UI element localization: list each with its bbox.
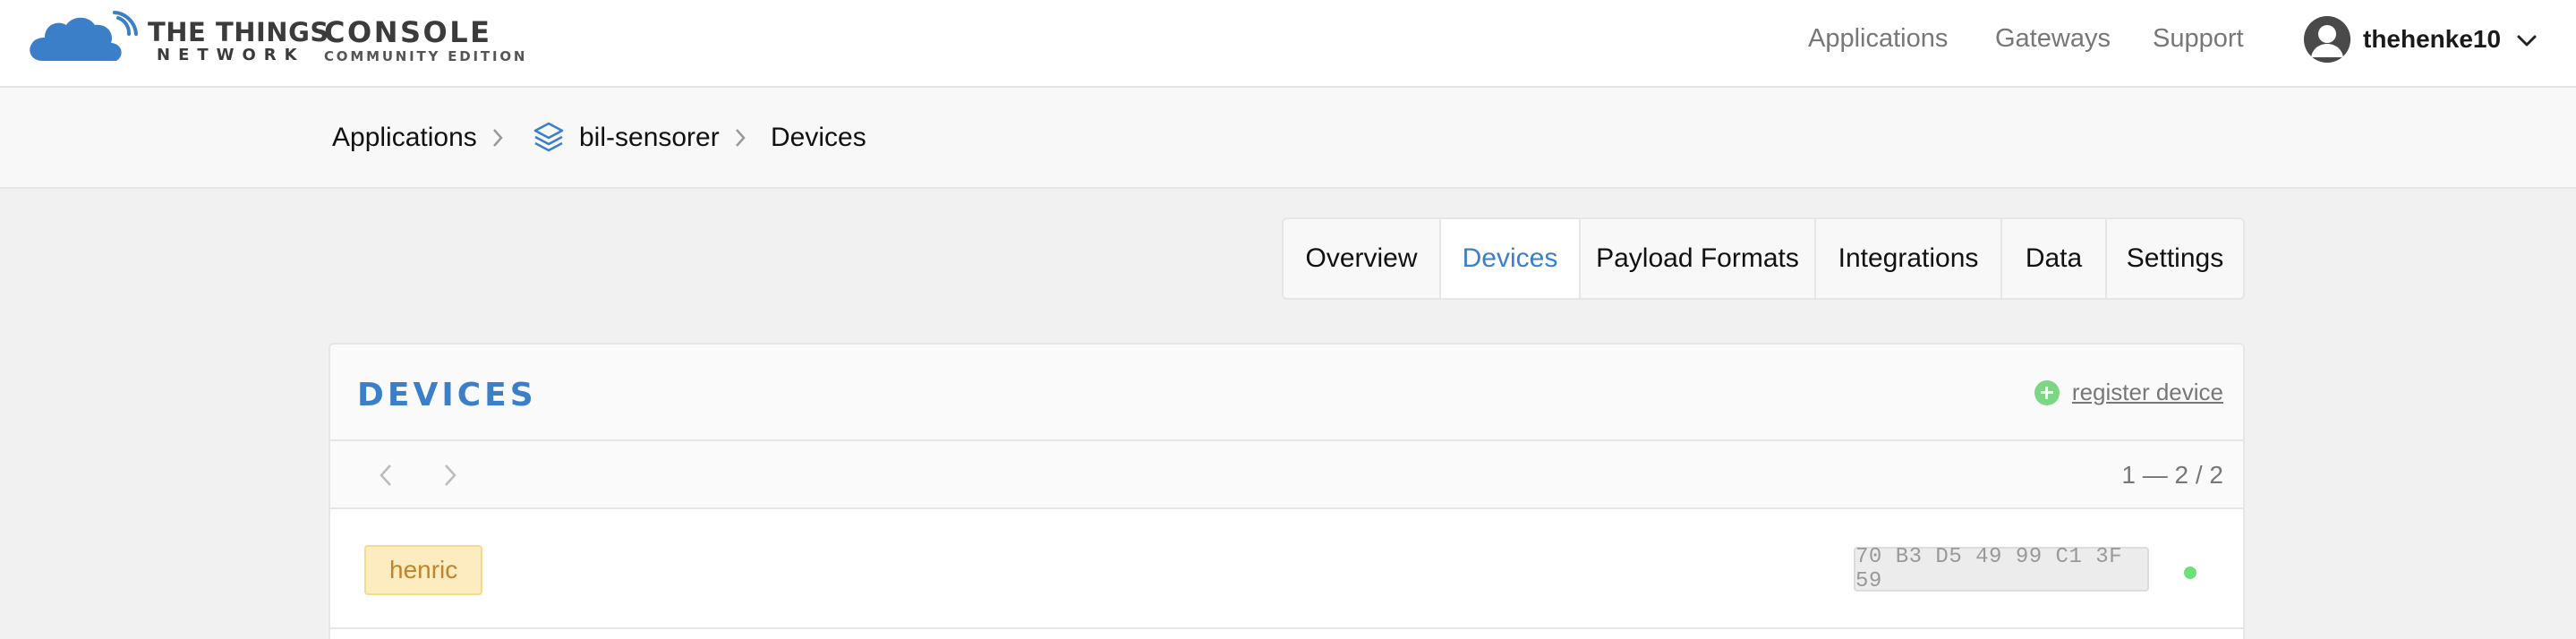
breadcrumb: Applications bil-sensorer Devices	[0, 88, 2576, 189]
chevron-right-icon	[491, 127, 504, 153]
ttn-brand[interactable]: THE THINGS NETWORK	[148, 18, 329, 64]
chevron-down-icon[interactable]	[2517, 35, 2537, 52]
devices-panel: DEVICES register device 1 — 2 / 2 henric…	[328, 343, 2245, 639]
plus-circle-icon	[2034, 379, 2060, 405]
top-header: THE THINGS NETWORK CONSOLE COMMUNITY EDI…	[0, 0, 2576, 88]
nav-gateways[interactable]: Gateways	[1995, 24, 2111, 54]
tab-overview[interactable]: Overview	[1284, 219, 1441, 298]
tab-settings[interactable]: Settings	[2107, 219, 2243, 298]
breadcrumb-application[interactable]: bil-sensorer	[579, 122, 720, 154]
nav-support[interactable]: Support	[2153, 24, 2244, 54]
console-title: CONSOLE	[324, 15, 492, 49]
brand-line2: NETWORK	[157, 46, 305, 64]
user-name: thehenke10	[2363, 25, 2502, 53]
breadcrumb-applications[interactable]: Applications	[332, 122, 477, 154]
console-subtitle: COMMUNITY EDITION	[324, 48, 528, 64]
device-id-tag[interactable]: henric	[364, 545, 483, 595]
chevron-right-icon	[734, 127, 746, 153]
tab-payload-formats[interactable]: Payload Formats	[1581, 219, 1816, 298]
brand-line1: THE THINGS	[148, 17, 329, 47]
tab-data[interactable]: Data	[2002, 219, 2107, 298]
tab-integrations[interactable]: Integrations	[1816, 219, 2002, 298]
devices-title: DEVICES	[357, 377, 537, 413]
ttn-cloud-logo-icon[interactable]	[25, 9, 141, 69]
devices-panel-header: DEVICES register device	[330, 345, 2243, 441]
device-eui: 70 B3 D5 49 99 C1 3F 59	[1854, 545, 2149, 593]
user-avatar-icon	[2304, 16, 2350, 63]
layers-icon	[532, 120, 566, 160]
nav-applications[interactable]: Applications	[1808, 24, 1948, 54]
console-brand[interactable]: CONSOLE COMMUNITY EDITION	[324, 16, 527, 64]
table-row[interactable]: henric 70 B3 D5 49 99 C1 3F 59	[330, 509, 2243, 629]
tab-devices[interactable]: Devices	[1441, 219, 1581, 298]
breadcrumb-devices: Devices	[771, 123, 866, 152]
prev-page-icon[interactable]	[379, 463, 393, 492]
register-device-button[interactable]: register device	[2034, 379, 2223, 406]
next-page-icon[interactable]	[443, 463, 457, 492]
register-device-label: register device	[2071, 379, 2223, 405]
application-tabs: Overview Devices Payload Formats Integra…	[1282, 217, 2245, 300]
user-menu[interactable]: thehenke10	[2304, 14, 2537, 64]
status-online-indicator	[2184, 567, 2196, 579]
pagination-count: 1 — 2 / 2	[2121, 461, 2223, 489]
pagination-bar: 1 — 2 / 2	[330, 441, 2243, 509]
